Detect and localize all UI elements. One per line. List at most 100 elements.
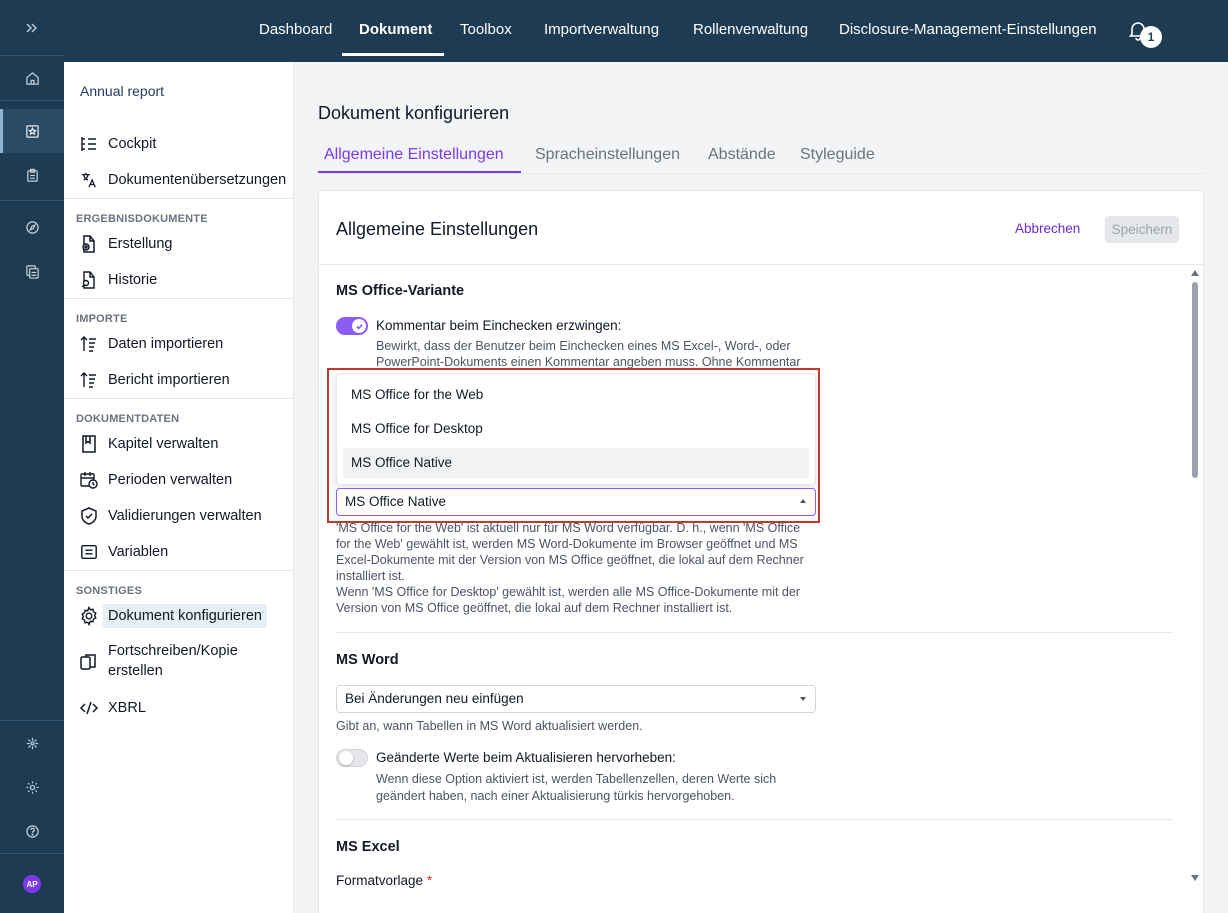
toggle-knob xyxy=(339,751,353,765)
list-tree-icon xyxy=(81,137,96,151)
document-title[interactable]: Annual report xyxy=(80,83,164,99)
card-scrollbar[interactable] xyxy=(1188,265,1202,887)
sidebar-item-bericht-importieren[interactable]: Bericht importieren xyxy=(78,363,230,397)
help-button[interactable] xyxy=(0,809,64,853)
dropdown-option-web[interactable]: MS Office for the Web xyxy=(343,380,809,410)
sidebar-item-label: Cockpit xyxy=(108,136,157,152)
sidebar-item-label: XBRL xyxy=(108,700,146,716)
tab-allgemeine-einstellungen[interactable]: Allgemeine Einstellungen xyxy=(324,146,504,164)
list-box-icon xyxy=(81,544,97,560)
sort-up-icon xyxy=(80,372,96,388)
nav-dokument[interactable]: Dokument xyxy=(359,0,432,58)
gear-icon xyxy=(25,780,39,794)
compass-button[interactable] xyxy=(0,205,64,249)
force-comment-toggle[interactable] xyxy=(336,317,368,335)
clipboard-icon xyxy=(26,168,38,182)
user-avatar-button[interactable]: AP xyxy=(0,862,64,906)
sidebar-item-label: Historie xyxy=(108,272,158,288)
sidebar-item-historie[interactable]: Historie xyxy=(78,263,157,297)
document-sidebar: Annual report Cockpit Dokumentenübersetz… xyxy=(64,62,294,913)
highlight-changes-label: Geänderte Werte beim Aktualisieren hervo… xyxy=(376,750,676,765)
sidebar-item-variablen[interactable]: Variablen xyxy=(78,535,168,569)
sidebar-item-kapitel[interactable]: Kapitel verwalten xyxy=(78,427,218,461)
sidebar-section-header: SONSTIGES xyxy=(76,585,142,597)
network-button[interactable] xyxy=(0,721,64,765)
check-icon xyxy=(355,323,363,329)
office-variant-description: Version von MS Office geöffnet, die loka… xyxy=(336,601,733,615)
compass-icon xyxy=(25,220,39,234)
office-variant-description: 'MS Office for the Web' ist aktuell nur … xyxy=(336,521,801,535)
rail-divider xyxy=(0,100,64,101)
nav-dashboard[interactable]: Dashboard xyxy=(259,0,332,58)
force-comment-label: Kommentar beim Einchecken erzwingen: xyxy=(376,318,622,333)
word-update-select[interactable]: Bei Änderungen neu einfügen xyxy=(336,685,816,713)
documents-button[interactable] xyxy=(0,109,64,153)
expand-rail-button[interactable] xyxy=(0,6,64,50)
sidebar-item-xbrl[interactable]: XBRL xyxy=(78,691,146,725)
sidebar-item-erstellung[interactable]: Erstellung xyxy=(78,227,172,261)
translate-icon xyxy=(81,172,96,188)
shield-check-icon xyxy=(81,507,97,525)
highlight-changes-description: geändert haben, nach einer Aktualisierun… xyxy=(376,789,735,803)
card-title: Allgemeine Einstellungen xyxy=(336,219,539,239)
stacked-documents-icon xyxy=(25,264,39,279)
sidebar-item-konfigurieren[interactable]: Dokument konfigurieren xyxy=(78,599,267,633)
gear-icon xyxy=(81,606,97,626)
sidebar-item-validierungen[interactable]: Validierungen verwalten xyxy=(78,499,262,533)
section-divider xyxy=(336,632,1172,633)
document-gear-icon xyxy=(82,235,95,253)
force-comment-description: Bewirkt, dass der Benutzer beim Eincheck… xyxy=(376,339,791,353)
chevron-up-icon xyxy=(800,499,806,503)
cancel-button[interactable]: Abbrechen xyxy=(1015,221,1080,236)
sidebar-item-fortschreiben[interactable]: Fortschreiben/Kopie erstellen xyxy=(78,641,238,683)
sidebar-item-daten-importieren[interactable]: Daten importieren xyxy=(78,327,223,361)
sidebar-item-cockpit[interactable]: Cockpit xyxy=(78,127,156,161)
office-variant-dropdown-menu: MS Office for the Web MS Office for Desk… xyxy=(336,373,816,485)
card-header-divider xyxy=(319,264,1203,265)
sidebar-section-header: ERGEBNISDOKUMENTE xyxy=(76,213,208,225)
highlight-changes-toggle[interactable] xyxy=(336,749,368,767)
nav-disclosure-settings[interactable]: Disclosure-Management-Einstellungen xyxy=(839,0,1097,58)
report-button[interactable] xyxy=(0,153,64,197)
copy-docs-button[interactable] xyxy=(0,249,64,293)
scroll-down-arrow-icon[interactable] xyxy=(1191,875,1199,881)
section-divider xyxy=(336,819,1172,820)
sidebar-item-label: Fortschreiben/Kopie xyxy=(108,643,238,659)
chevron-down-icon xyxy=(800,697,806,701)
tab-styleguide[interactable]: Styleguide xyxy=(800,146,875,164)
tab-baseline xyxy=(318,173,1204,174)
rail-divider xyxy=(0,200,64,201)
nav-toolbox[interactable]: Toolbox xyxy=(460,0,512,58)
required-marker: * xyxy=(426,873,433,888)
section-title-ms-office: MS Office-Variante xyxy=(336,283,465,299)
highlight-changes-description: Wenn diese Option aktiviert ist, werden … xyxy=(376,772,777,786)
sidebar-item-label: Dokumentenübersetzungen xyxy=(108,172,287,188)
settings-button[interactable] xyxy=(0,765,64,809)
sidebar-divider xyxy=(64,298,294,299)
book-icon xyxy=(82,435,96,453)
scroll-up-arrow-icon[interactable] xyxy=(1191,270,1199,276)
save-button[interactable]: Speichern xyxy=(1105,216,1179,243)
document-search-icon xyxy=(81,271,95,289)
sidebar-divider xyxy=(64,398,294,399)
sidebar-item-perioden[interactable]: Perioden verwalten xyxy=(78,463,232,497)
active-tab-indicator xyxy=(318,171,521,173)
format-template-text: Formatvorlage xyxy=(336,873,424,888)
active-nav-indicator xyxy=(342,53,444,56)
tab-abstaende[interactable]: Abstände xyxy=(708,146,776,164)
force-comment-description: PowerPoint-Dokuments einen Kommentar ang… xyxy=(376,355,801,369)
nav-importverwaltung[interactable]: Importverwaltung xyxy=(544,0,659,58)
home-button[interactable] xyxy=(0,56,64,100)
sidebar-item-uebersetzungen[interactable]: Dokumentenübersetzungen xyxy=(78,163,286,197)
sidebar-divider xyxy=(64,198,294,199)
sidebar-item-label: Erstellung xyxy=(108,236,173,252)
nav-rollenverwaltung[interactable]: Rollenverwaltung xyxy=(693,0,808,58)
sidebar-item-label: Dokument konfigurieren xyxy=(103,604,267,628)
scrollbar-thumb[interactable] xyxy=(1192,282,1198,478)
select-value: Bei Änderungen neu einfügen xyxy=(345,691,524,706)
dropdown-option-desktop[interactable]: MS Office for Desktop xyxy=(343,414,809,444)
help-icon xyxy=(25,824,39,838)
tab-spracheinstellungen[interactable]: Spracheinstellungen xyxy=(535,146,680,164)
dropdown-option-native[interactable]: MS Office Native xyxy=(343,448,809,478)
office-variant-select[interactable]: MS Office Native xyxy=(336,488,816,516)
